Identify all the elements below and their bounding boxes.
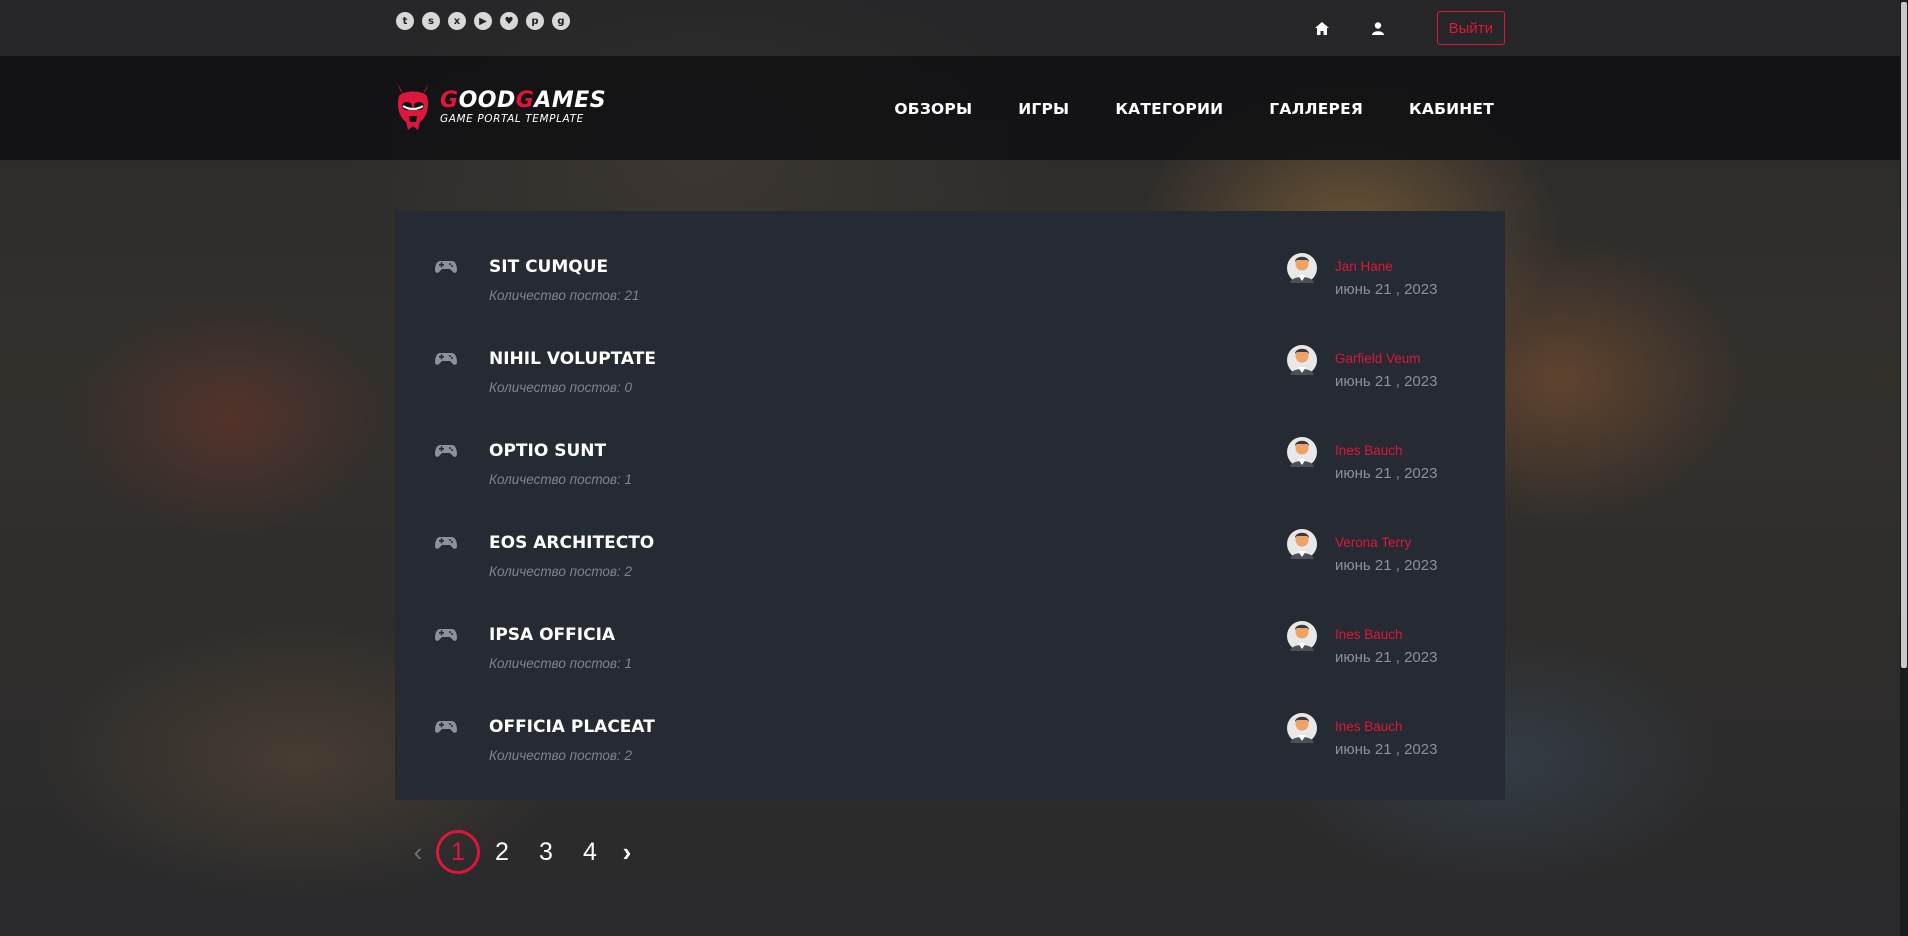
main-navbar: GOODGAMES GAME PORTAL TEMPLATE ОБЗОРЫ ИГ… — [0, 56, 1908, 160]
gamepad-icon — [435, 444, 457, 463]
topic-date: июнь 21 , 2023 — [1335, 741, 1438, 758]
topic-row: SIT CUMQUE Количество постов: 21 Jan Han… — [395, 249, 1505, 341]
logo-subtitle: GAME PORTAL TEMPLATE — [440, 112, 584, 125]
topic-title[interactable]: SIT CUMQUE — [489, 257, 608, 277]
topic-post-count: Количество постов: 1 — [489, 656, 632, 671]
logo-letter: G — [440, 87, 459, 113]
github-icon[interactable]: g — [552, 12, 570, 30]
nav-games[interactable]: ИГРЫ — [1018, 100, 1069, 118]
gamepad-icon — [435, 628, 457, 647]
avatar — [1287, 343, 1317, 377]
topic-title[interactable]: IPSA OFFICIA — [489, 625, 615, 645]
google-play-icon[interactable]: ▶ — [474, 12, 492, 30]
pagination-page-4[interactable]: 4 — [568, 830, 612, 874]
topic-post-count: Количество постов: 2 — [489, 748, 632, 763]
user-icon[interactable] — [1369, 19, 1387, 37]
avatar — [1287, 711, 1317, 745]
avatar — [1287, 527, 1317, 561]
topics-panel: SIT CUMQUE Количество постов: 21 Jan Han… — [395, 211, 1505, 800]
twitter-icon[interactable]: ♥ — [500, 12, 518, 30]
topic-author[interactable]: Verona Terry — [1335, 535, 1411, 550]
topic-date: июнь 21 , 2023 — [1335, 373, 1438, 390]
topic-row: EOS ARCHITECTO Количество постов: 2 Vero… — [395, 525, 1505, 617]
topic-author[interactable]: Ines Bauch — [1335, 719, 1403, 734]
topic-row: IPSA OFFICIA Количество постов: 1 Ines B… — [395, 617, 1505, 709]
topic-date: июнь 21 , 2023 — [1335, 649, 1438, 666]
topic-author[interactable]: Ines Bauch — [1335, 443, 1403, 458]
logout-button[interactable]: Выйти — [1436, 11, 1505, 45]
topic-post-count: Количество постов: 0 — [489, 380, 632, 395]
topic-row: NIHIL VOLUPTATE Количество постов: 0 Gar… — [395, 341, 1505, 433]
topic-title[interactable]: OFFICIA PLACEAT — [489, 717, 655, 737]
nav-reviews[interactable]: ОБЗОРЫ — [894, 100, 972, 118]
topic-title[interactable]: EOS ARCHITECTO — [489, 533, 654, 553]
nav-cabinet[interactable]: КАБИНЕТ — [1409, 100, 1494, 118]
skull-logo-icon — [397, 84, 429, 130]
topic-row: OFFICIA PLACEAT Количество постов: 2 Ine… — [395, 709, 1505, 801]
steam-icon[interactable]: s — [422, 12, 440, 30]
nav-gallery[interactable]: ГАЛЛЕРЕЯ — [1269, 100, 1363, 118]
pagination-prev-button[interactable]: ‹ — [406, 837, 430, 868]
logo-word: AMES — [534, 87, 607, 113]
top-bar: t s x ▶ ♥ p g Выйти — [0, 0, 1908, 56]
pagination-page-1[interactable]: 1 — [436, 830, 480, 874]
main-nav: ОБЗОРЫ ИГРЫ КАТЕГОРИИ ГАЛЛЕРЕЯ КАБИНЕТ — [848, 100, 1494, 118]
logo-word: OOD — [458, 87, 516, 113]
site-logo[interactable]: GOODGAMES GAME PORTAL TEMPLATE — [394, 82, 606, 132]
scrollbar-thumb[interactable] — [1901, 2, 1907, 668]
topic-author[interactable]: Ines Bauch — [1335, 627, 1403, 642]
topic-author[interactable]: Garfield Veum — [1335, 351, 1421, 366]
pagination-page-2[interactable]: 2 — [480, 830, 524, 874]
topic-row: OPTIO SUNT Количество постов: 1 Ines Bau… — [395, 433, 1505, 525]
scrollbar[interactable] — [1900, 0, 1908, 936]
pagination-page-3[interactable]: 3 — [524, 830, 568, 874]
avatar — [1287, 435, 1317, 469]
topic-author[interactable]: Jan Hane — [1335, 259, 1393, 274]
pagination-next-button[interactable]: › — [612, 837, 642, 868]
logo-letter: G — [515, 87, 535, 113]
topic-date: июнь 21 , 2023 — [1335, 281, 1438, 298]
topic-post-count: Количество постов: 1 — [489, 472, 632, 487]
nav-categories[interactable]: КАТЕГОРИИ — [1115, 100, 1223, 118]
gamepad-icon — [435, 536, 457, 555]
pagination: ‹ 1 2 3 4 › — [406, 830, 642, 874]
topic-post-count: Количество постов: 21 — [489, 288, 640, 303]
topic-title[interactable]: OPTIO SUNT — [489, 441, 606, 461]
topic-date: июнь 21 , 2023 — [1335, 465, 1438, 482]
avatar — [1287, 251, 1317, 285]
twitch-icon[interactable]: t — [396, 12, 414, 30]
top-right-actions: Выйти — [1313, 11, 1505, 45]
topic-date: июнь 21 , 2023 — [1335, 557, 1438, 574]
gamepad-icon — [435, 352, 457, 371]
home-icon[interactable] — [1313, 19, 1331, 37]
gamepad-icon — [435, 260, 457, 279]
topic-title[interactable]: NIHIL VOLUPTATE — [489, 349, 656, 369]
social-links: t s x ▶ ♥ p g — [396, 12, 570, 30]
topic-post-count: Количество постов: 2 — [489, 564, 632, 579]
gamepad-icon — [435, 720, 457, 739]
pinterest-icon[interactable]: p — [526, 12, 544, 30]
avatar — [1287, 619, 1317, 653]
xbox-icon[interactable]: x — [448, 12, 466, 30]
